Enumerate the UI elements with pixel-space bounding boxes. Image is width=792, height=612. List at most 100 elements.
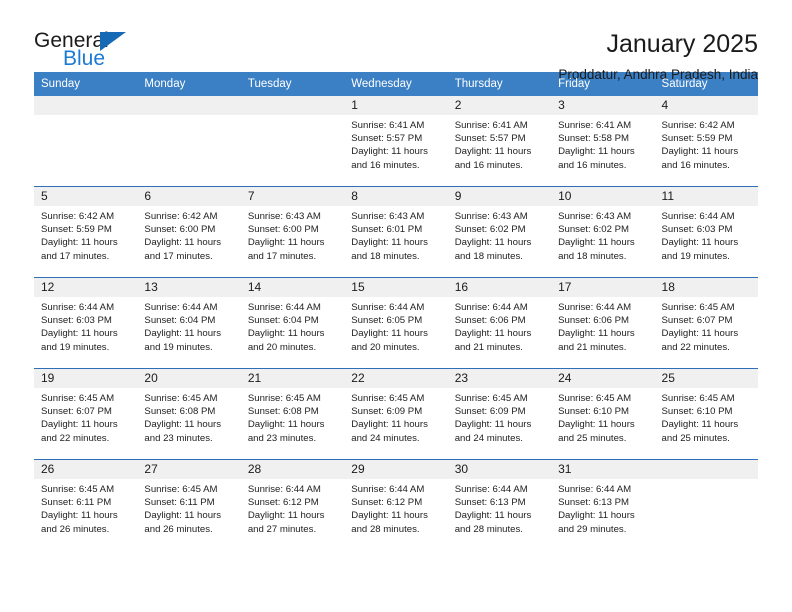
calendar-day-cell[interactable]: 15 Sunrise: 6:44 AM Sunset: 6:05 PM Dayligh…: [344, 277, 448, 369]
day-number: 28: [240, 460, 345, 479]
day-sun-info-line: Daylight: 11 hours: [558, 237, 635, 249]
calendar-day-cell[interactable]: 29 Sunrise: 6:44 AM Sunset: 6:12 PM Dayligh…: [344, 459, 448, 550]
day-sun-info-line: Sunrise: 6:43 AM: [247, 211, 321, 222]
calendar-day-cell[interactable]: 8 Sunrise: 6:43 AM Sunset: 6:01 PM Daylight…: [344, 186, 448, 278]
day-number: 27: [137, 460, 241, 479]
day-number: 24: [551, 369, 655, 388]
day-sun-info: Sunrise: 6:44 AM Sunset: 6:13 PM Daylight:…: [448, 479, 551, 536]
day-number: 16: [447, 278, 552, 297]
day-sun-info: Sunrise: 6:44 AM Sunset: 6:12 PM Daylight:…: [241, 479, 344, 536]
day-sun-info-line: and 16 minutes.: [558, 159, 627, 171]
day-sun-info-line: and 17 minutes.: [41, 250, 110, 262]
calendar-day-cell[interactable]: 23 Sunrise: 6:45 AM Sunset: 6:09 PM Dayligh…: [447, 368, 552, 460]
day-sun-info-line: and 18 minutes.: [454, 250, 523, 262]
day-sun-info: Sunrise: 6:42 AM Sunset: 5:59 PM Daylight:…: [34, 206, 137, 263]
day-sun-info: Sunrise: 6:41 AM Sunset: 5:57 PM Daylight:…: [344, 115, 447, 172]
day-number: 26: [34, 460, 138, 479]
calendar-day-cell[interactable]: 1 Sunrise: 6:41 AM Sunset: 5:57 PM Daylight…: [344, 96, 448, 187]
day-sun-info-line: and 29 minutes.: [558, 523, 627, 535]
day-sun-info-line: and 18 minutes.: [351, 250, 420, 262]
day-sun-info-line: Daylight: 11 hours: [247, 237, 325, 249]
day-number: [240, 96, 345, 115]
calendar-table: Sunday Monday Tuesday Wednesday Thursday Frid…: [34, 72, 758, 550]
day-sun-info-line: and 23 minutes.: [247, 432, 317, 444]
day-sun-info-line: Sunset: 6:01 PM: [351, 224, 423, 236]
day-sun-info-line: Daylight: 11 hours: [41, 419, 118, 431]
calendar-day-cell-empty: [137, 96, 241, 187]
day-sun-info-line: Sunrise: 6:45 AM: [41, 393, 115, 404]
calendar-day-cell[interactable]: 5 Sunrise: 6:42 AM Sunset: 5:59 PM Daylight…: [34, 186, 138, 278]
calendar-day-cell[interactable]: 2 Sunrise: 6:41 AM Sunset: 5:57 PM Daylight…: [447, 96, 552, 187]
day-sun-info: Sunrise: 6:45 AM Sunset: 6:08 PM Daylight:…: [137, 388, 240, 445]
day-number: [34, 96, 138, 115]
day-number: 7: [240, 187, 345, 206]
day-sun-info-line: Sunrise: 6:43 AM: [351, 211, 425, 222]
calendar-day-cell[interactable]: 9 Sunrise: 6:43 AM Sunset: 6:02 PM Daylight…: [447, 186, 552, 278]
day-sun-info: [137, 115, 240, 119]
day-number: 12: [34, 278, 138, 297]
day-sun-info: Sunrise: 6:44 AM Sunset: 6:05 PM Daylight:…: [344, 297, 447, 354]
day-sun-info-line: Sunset: 6:09 PM: [454, 406, 526, 418]
day-sun-info-line: Sunset: 6:00 PM: [144, 224, 216, 236]
day-sun-info-line: Sunrise: 6:44 AM: [351, 302, 425, 313]
day-sun-info-line: Daylight: 11 hours: [454, 328, 532, 340]
day-sun-info-line: Sunrise: 6:44 AM: [558, 302, 632, 313]
day-sun-info-line: and 23 minutes.: [144, 432, 213, 444]
day-sun-info-line: Daylight: 11 hours: [351, 146, 428, 158]
logo-text-blue: Blue: [63, 47, 106, 70]
calendar-day-cell[interactable]: 26 Sunrise: 6:45 AM Sunset: 6:11 PM Dayligh…: [34, 459, 138, 550]
calendar-day-cell[interactable]: 31 Sunrise: 6:44 AM Sunset: 6:13 PM Dayligh…: [551, 459, 655, 550]
calendar-day-cell[interactable]: 12 Sunrise: 6:44 AM Sunset: 6:03 PM Dayligh…: [34, 277, 138, 369]
calendar-day-cell[interactable]: 17 Sunrise: 6:44 AM Sunset: 6:06 PM Dayligh…: [551, 277, 655, 369]
day-sun-info-line: Sunset: 6:10 PM: [661, 406, 733, 418]
day-sun-info-line: Sunrise: 6:44 AM: [454, 484, 528, 495]
calendar-day-cell[interactable]: 11 Sunrise: 6:44 AM Sunset: 6:03 PM Dayligh…: [654, 186, 758, 278]
day-sun-info-line: Sunrise: 6:45 AM: [558, 393, 632, 404]
calendar-week-row: 5 Sunrise: 6:42 AM Sunset: 5:59 PM Daylight…: [34, 186, 758, 278]
day-sun-info-line: Sunset: 6:11 PM: [41, 497, 112, 509]
calendar-day-cell[interactable]: 10 Sunrise: 6:43 AM Sunset: 6:02 PM Dayligh…: [551, 186, 655, 278]
day-sun-info-line: Sunset: 6:09 PM: [351, 406, 423, 418]
day-number: 21: [240, 369, 345, 388]
day-number: 17: [551, 278, 655, 297]
calendar-week-row: 19 Sunrise: 6:45 AM Sunset: 6:07 PM Dayligh…: [34, 368, 758, 460]
calendar-day-cell[interactable]: 13 Sunrise: 6:44 AM Sunset: 6:04 PM Dayligh…: [137, 277, 241, 369]
calendar-day-cell[interactable]: 27 Sunrise: 6:45 AM Sunset: 6:11 PM Dayligh…: [137, 459, 241, 550]
calendar-day-cell-empty: [240, 96, 345, 187]
calendar-day-cell[interactable]: 22 Sunrise: 6:45 AM Sunset: 6:09 PM Dayligh…: [344, 368, 448, 460]
calendar-day-cell[interactable]: 28 Sunrise: 6:44 AM Sunset: 6:12 PM Dayligh…: [240, 459, 345, 550]
day-sun-info: Sunrise: 6:42 AM Sunset: 6:00 PM Daylight:…: [137, 206, 240, 263]
day-number: 29: [344, 460, 448, 479]
day-sun-info-line: Sunset: 6:02 PM: [558, 224, 630, 236]
calendar-day-cell[interactable]: 4 Sunrise: 6:42 AM Sunset: 5:59 PM Daylight…: [654, 96, 758, 187]
day-sun-info-line: Sunrise: 6:45 AM: [247, 393, 321, 404]
day-number: 13: [137, 278, 241, 297]
calendar-day-cell[interactable]: 19 Sunrise: 6:45 AM Sunset: 6:07 PM Dayligh…: [34, 368, 138, 460]
calendar-day-cell[interactable]: 6 Sunrise: 6:42 AM Sunset: 6:00 PM Daylight…: [137, 186, 241, 278]
day-number: 1: [344, 96, 448, 115]
day-sun-info: Sunrise: 6:44 AM Sunset: 6:04 PM Daylight:…: [241, 297, 344, 354]
day-number: 20: [137, 369, 241, 388]
day-sun-info-line: Daylight: 11 hours: [144, 419, 222, 431]
calendar-day-cell[interactable]: 25 Sunrise: 6:45 AM Sunset: 6:10 PM Dayligh…: [654, 368, 758, 460]
calendar-day-cell[interactable]: 21 Sunrise: 6:45 AM Sunset: 6:08 PM Dayligh…: [240, 368, 345, 460]
calendar-day-cell[interactable]: 3 Sunrise: 6:41 AM Sunset: 5:58 PM Daylight…: [551, 96, 655, 187]
day-sun-info-line: Sunset: 6:12 PM: [351, 497, 423, 509]
calendar-day-cell[interactable]: 7 Sunrise: 6:43 AM Sunset: 6:00 PM Daylight…: [240, 186, 345, 278]
day-sun-info-line: Sunset: 5:58 PM: [558, 133, 630, 145]
calendar-day-cell[interactable]: 20 Sunrise: 6:45 AM Sunset: 6:08 PM Dayligh…: [137, 368, 241, 460]
day-sun-info-line: Sunset: 6:07 PM: [41, 406, 112, 418]
day-sun-info: Sunrise: 6:44 AM Sunset: 6:03 PM Daylight:…: [34, 297, 137, 354]
calendar-day-cell[interactable]: 30 Sunrise: 6:44 AM Sunset: 6:13 PM Dayligh…: [447, 459, 552, 550]
calendar-day-cell[interactable]: 16 Sunrise: 6:44 AM Sunset: 6:06 PM Dayligh…: [447, 277, 552, 369]
calendar-day-cell[interactable]: 14 Sunrise: 6:44 AM Sunset: 6:04 PM Dayligh…: [240, 277, 345, 369]
day-sun-info: [655, 479, 758, 483]
title-block: January 2025 Proddatur, Andhra Pradesh, …: [558, 30, 758, 82]
calendar-day-cell[interactable]: 18 Sunrise: 6:45 AM Sunset: 6:07 PM Dayligh…: [654, 277, 758, 369]
day-sun-info: Sunrise: 6:45 AM Sunset: 6:08 PM Daylight:…: [241, 388, 344, 445]
general-blue-logo[interactable]: General Blue: [34, 30, 164, 78]
calendar-day-cell[interactable]: 24 Sunrise: 6:45 AM Sunset: 6:10 PM Dayligh…: [551, 368, 655, 460]
day-sun-info-line: Sunset: 6:13 PM: [558, 497, 630, 509]
day-sun-info-line: Daylight: 11 hours: [247, 510, 325, 522]
day-number: 9: [447, 187, 552, 206]
